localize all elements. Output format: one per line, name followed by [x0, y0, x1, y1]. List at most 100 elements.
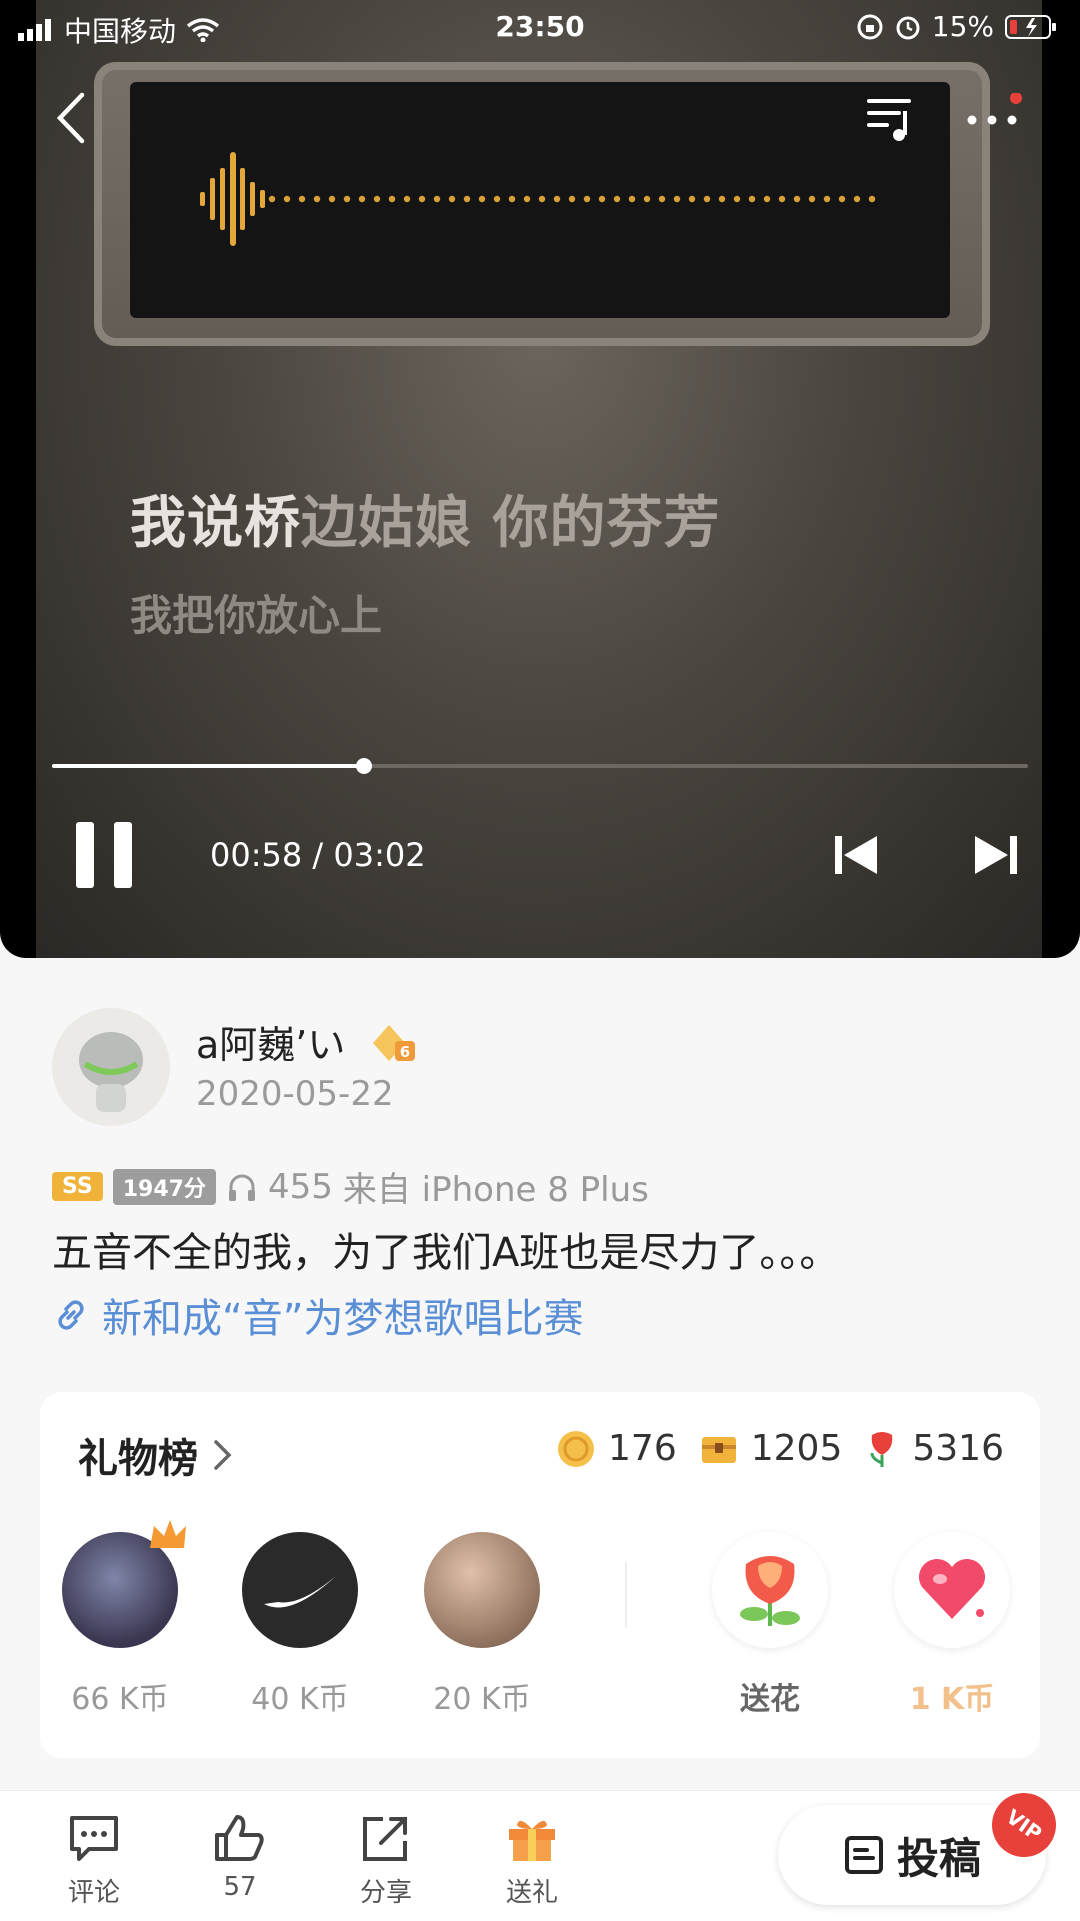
waveform-dot	[703, 195, 711, 203]
swoosh-logo	[264, 1576, 336, 1608]
previous-button[interactable]	[830, 830, 882, 880]
waveform-dot	[733, 195, 741, 203]
gift-giver[interactable]: 20 K币	[402, 1532, 562, 1718]
heart-icon	[918, 1558, 986, 1619]
waveform-dot	[763, 195, 771, 203]
waveform-dot	[283, 195, 291, 203]
gift-ranking-header[interactable]: 礼物榜	[78, 1426, 234, 1484]
alarm-icon	[896, 16, 920, 39]
like-count: 57	[223, 1872, 257, 1902]
giver-amount: 40 K币	[251, 1682, 349, 1717]
lyric-unsung: 边姑娘 你的芬芳	[301, 491, 721, 556]
waveform-dot	[868, 195, 876, 203]
thumbs-up-icon	[215, 1815, 264, 1861]
post-description: 五音不全的我，为了我们A班也是尽力了。。。	[52, 1230, 840, 1276]
rotation-lock-icon	[857, 14, 883, 39]
contest-link-label: 新和成“音”为梦想歌唱比赛	[102, 1296, 584, 1342]
waveform-dot	[523, 195, 531, 203]
waveform-dot	[418, 195, 426, 203]
time-display: 00:58 / 03:02	[210, 836, 426, 874]
waveform-dot	[388, 195, 396, 203]
skip-forward-icon	[975, 836, 1017, 874]
waveform-dot	[313, 195, 321, 203]
battery-icon	[1005, 14, 1056, 39]
gift-button[interactable]: 送礼	[472, 1813, 592, 1909]
waveform-dot	[718, 195, 726, 203]
contest-link[interactable]: 新和成“音”为梦想歌唱比赛	[52, 1286, 583, 1344]
user-avatar[interactable]	[52, 1008, 170, 1126]
meta-row: SS 1947分 455 来自 iPhone 8 Plus	[52, 1162, 649, 1211]
giver-amount: 20 K币	[433, 1682, 531, 1717]
gift-giver[interactable]: 40 K币	[220, 1532, 380, 1718]
gift-ranking-card: 礼物榜 176 1205 5316 66 K币 40 K币 20 K币 送花 1…	[40, 1392, 1040, 1758]
giver-avatar	[424, 1532, 540, 1648]
waveform-dot	[598, 195, 606, 203]
giver-amount: 66 K币	[71, 1682, 169, 1717]
chevron-right-icon	[214, 1440, 232, 1470]
playlist-icon	[867, 99, 911, 141]
waveform-dot	[673, 195, 681, 203]
giver-avatar	[62, 1520, 186, 1648]
share-icon	[363, 1817, 407, 1861]
lyric-sung: 我说桥	[130, 491, 301, 556]
gift-stats: 176 1205 5316	[556, 1428, 1004, 1469]
send-heart-button[interactable]: 1 K币	[872, 1532, 1032, 1718]
treasure-chest-icon	[701, 1436, 736, 1463]
giver-avatar	[242, 1532, 358, 1648]
current-lyric: 我说桥边姑娘 你的芬芳	[130, 478, 721, 559]
gift-giver[interactable]: 66 K币	[40, 1520, 200, 1718]
progress-bar[interactable]	[52, 758, 1028, 774]
level-diamond-icon: 6	[373, 1025, 416, 1061]
coin-icon	[558, 1430, 595, 1467]
level-badge: 6	[371, 1023, 417, 1072]
waveform-dot	[358, 195, 366, 203]
waveform-dot	[793, 195, 801, 203]
edit-doc-icon	[844, 1836, 883, 1874]
chevron-left-icon	[56, 92, 85, 144]
waveform-dot	[778, 195, 786, 203]
waveform-dot	[508, 195, 516, 203]
username[interactable]: a阿巍ʼい	[196, 1023, 345, 1067]
crown-icon	[150, 1520, 186, 1548]
post-submit-label: 投稿	[896, 1833, 981, 1883]
waveform-dot	[553, 195, 561, 203]
next-button[interactable]	[970, 830, 1022, 880]
waveform-dot	[628, 195, 636, 203]
waveform-dot	[853, 195, 861, 203]
divider	[625, 1562, 627, 1628]
comment-icon	[70, 1816, 118, 1861]
waveform-dot	[448, 195, 456, 203]
link-icon	[58, 1300, 84, 1330]
comment-button[interactable]: 评论	[34, 1813, 154, 1909]
send-flower-label: 送花	[740, 1682, 800, 1717]
gift-ranking-title: 礼物榜	[78, 1436, 198, 1482]
waveform-dot	[688, 195, 696, 203]
waveform-dot	[583, 195, 591, 203]
post-submit-button[interactable]: 投稿 VIP	[778, 1780, 1069, 1905]
share-button[interactable]: 分享	[326, 1813, 446, 1909]
waveform-dot	[478, 195, 486, 203]
battery-percent: 15%	[931, 10, 994, 43]
chest-count: 1205	[750, 1428, 843, 1469]
score-badge: 1947分	[112, 1168, 216, 1205]
waveform-dot	[298, 195, 306, 203]
waveform-screen	[130, 82, 950, 318]
rose-image	[712, 1532, 828, 1648]
like-button[interactable]: 57	[180, 1813, 300, 1902]
more-button[interactable]	[960, 90, 1024, 146]
waveform-dot	[568, 195, 576, 203]
send-flower-button[interactable]: 送花	[690, 1532, 850, 1718]
pause-icon	[76, 822, 132, 888]
waveform-dot	[838, 195, 846, 203]
skip-back-icon	[835, 836, 877, 874]
vip-badge: VIP	[979, 1780, 1069, 1870]
gift-icon	[509, 1820, 555, 1861]
share-label: 分享	[359, 1878, 412, 1908]
waveform-icon	[200, 152, 876, 246]
grade-badge: SS	[52, 1172, 103, 1201]
back-button[interactable]	[44, 88, 98, 148]
headphones-icon	[228, 1174, 255, 1201]
progress-fill	[52, 764, 365, 768]
pause-button[interactable]	[72, 820, 138, 890]
playlist-button[interactable]	[862, 90, 918, 146]
